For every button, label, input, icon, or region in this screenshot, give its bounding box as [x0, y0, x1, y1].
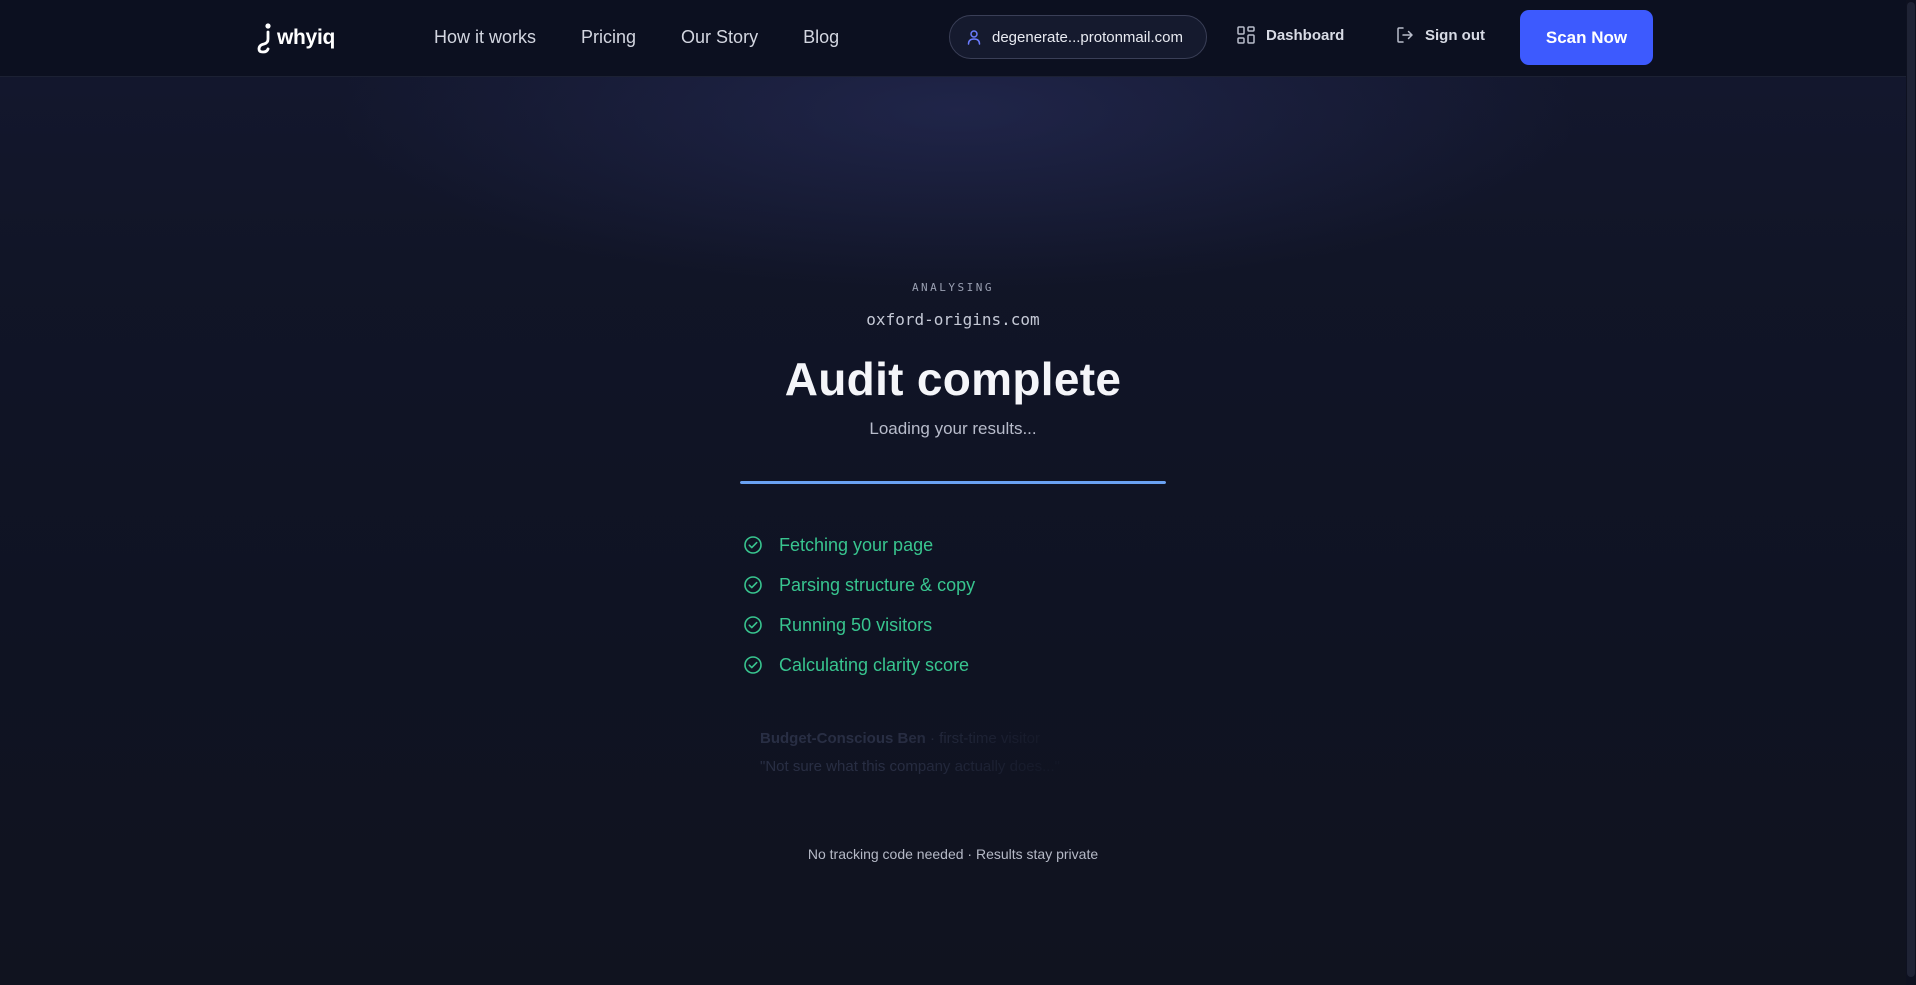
- step-item: Running 50 visitors: [743, 605, 975, 645]
- step-list: Fetching your page Parsing structure & c…: [743, 525, 975, 685]
- audit-progress-panel: ANALYSING oxford-origins.com Audit compl…: [0, 0, 1906, 985]
- faded-quote-line-1: Budget-Conscious Ben · first-time visito…: [760, 725, 1090, 753]
- check-circle-icon: [744, 576, 762, 594]
- faded-quote-line-2: "Not sure what this company actually doe…: [760, 758, 1060, 775]
- step-label: Running 50 visitors: [779, 614, 933, 635]
- progress-bar-fill: [740, 481, 1166, 484]
- privacy-footnote: No tracking code needed · Results stay p…: [807, 846, 1099, 862]
- scrollbar-thumb[interactable]: [1907, 2, 1915, 977]
- check-circle-icon: [744, 616, 762, 634]
- check-circle-icon: [744, 656, 762, 674]
- step-item: Parsing structure & copy: [743, 565, 975, 605]
- step-label: Parsing structure & copy: [779, 574, 976, 595]
- step-item: Fetching your page: [743, 525, 975, 565]
- step-label: Calculating clarity score: [779, 654, 970, 675]
- faded-visitor-quote: Budget-Conscious Ben · first-time visito…: [760, 725, 1090, 781]
- status-subtitle: Loading your results...: [869, 419, 1037, 438]
- page-title: Audit complete: [784, 353, 1122, 405]
- status-eyebrow: ANALYSING: [911, 281, 995, 294]
- step-label: Fetching your page: [779, 534, 934, 555]
- faded-persona-name: Budget-Conscious Ben: [760, 730, 926, 747]
- page-scrollbar[interactable]: [1906, 0, 1916, 985]
- audited-domain: oxford-origins.com: [866, 310, 1040, 329]
- faded-persona-meta: · first-time visitor: [930, 730, 1041, 747]
- progress-bar: [740, 481, 1166, 484]
- step-item: Calculating clarity score: [743, 645, 975, 685]
- check-circle-icon: [744, 536, 762, 554]
